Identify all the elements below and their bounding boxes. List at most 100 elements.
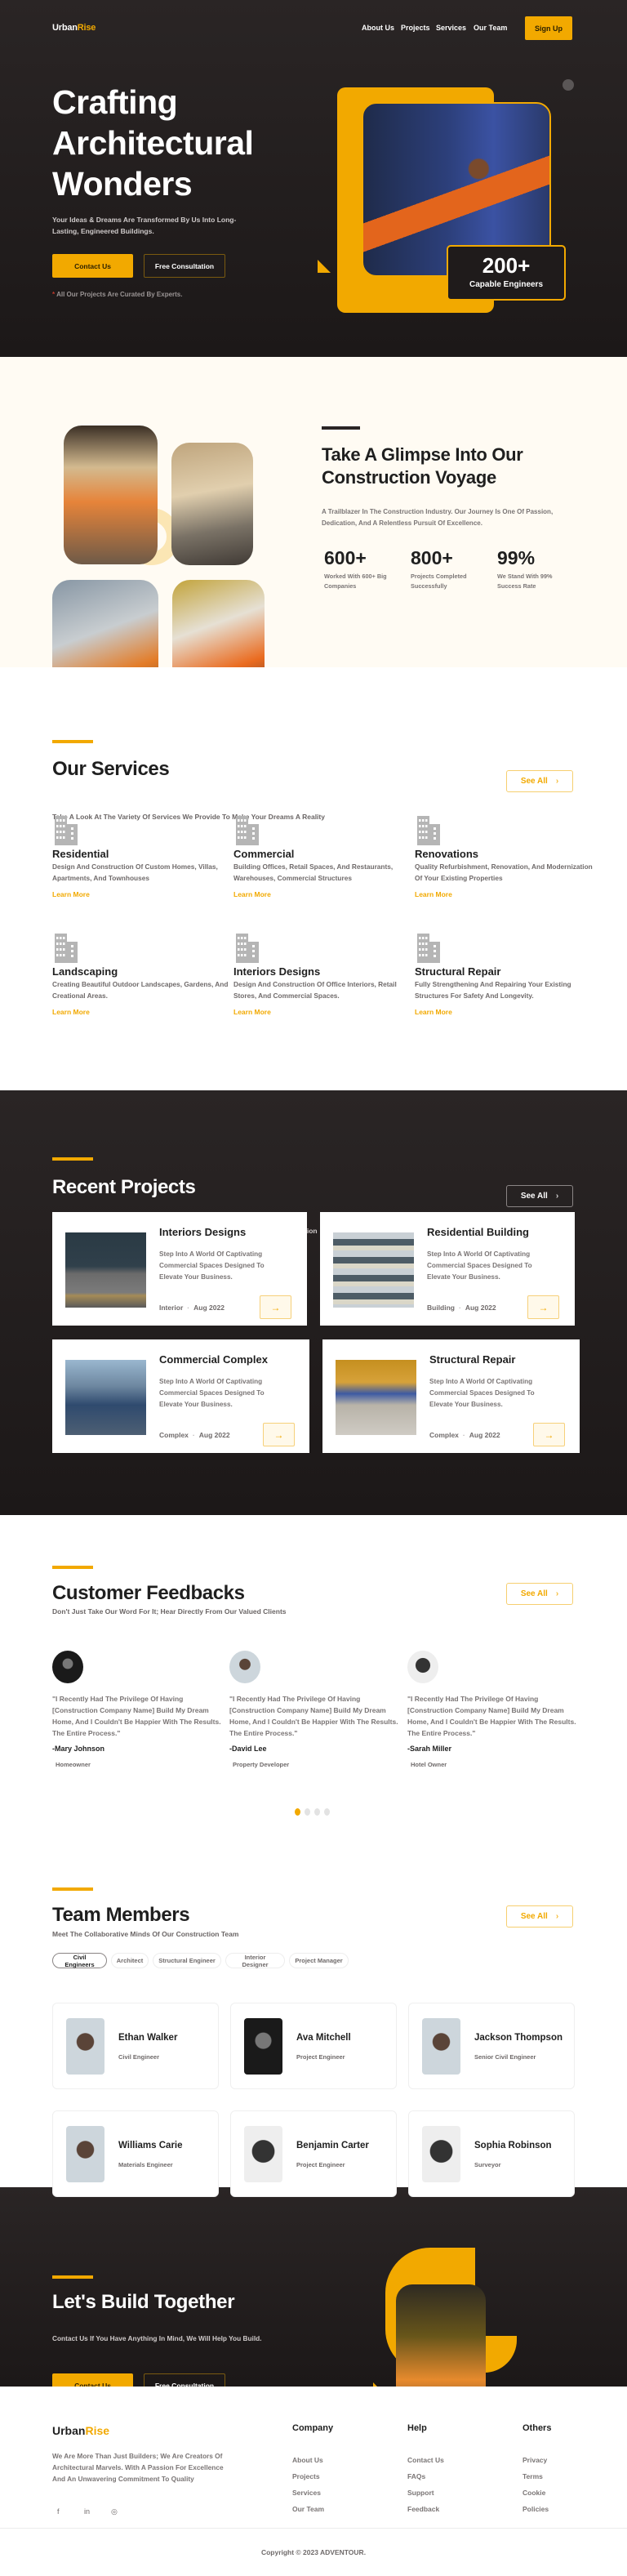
project-open-button[interactable]: → xyxy=(527,1295,559,1319)
customer-role: Property Developer xyxy=(233,1761,290,1768)
team-member-card[interactable]: Sophia Robinson Surveyor xyxy=(408,2110,575,2197)
carousel-dot[interactable] xyxy=(295,1808,300,1816)
service-title: Structural Repair xyxy=(415,965,501,978)
team-member-role: Materials Engineer xyxy=(118,2161,173,2168)
team-filter-chip[interactable]: Interior Designer xyxy=(225,1953,285,1968)
instagram-icon[interactable]: ◎ xyxy=(111,2507,118,2516)
footer-about: We Are More Than Just Builders; We Are C… xyxy=(52,2452,224,2483)
footer-link[interactable]: Our Team xyxy=(292,2505,324,2513)
project-description: Step Into A World Of Captivating Commerc… xyxy=(429,1378,535,1408)
projects-see-all-button[interactable]: See All › xyxy=(506,1185,573,1207)
learn-more-link[interactable]: Learn More xyxy=(233,1008,271,1016)
project-title: Structural Repair xyxy=(429,1353,516,1366)
project-meta: Interior · Aug 2022 xyxy=(159,1304,225,1312)
team-member-card[interactable]: Ava Mitchell Project Engineer xyxy=(230,2003,397,2089)
learn-more-link[interactable]: Learn More xyxy=(415,890,452,898)
learn-more-link[interactable]: Learn More xyxy=(233,890,271,898)
footer-link[interactable]: Services xyxy=(292,2489,321,2497)
carousel-dot[interactable] xyxy=(305,1808,310,1816)
team-filter-chip[interactable]: Project Manager xyxy=(289,1953,349,1968)
arrow-right-icon: → xyxy=(538,1301,549,1313)
project-date: Aug 2022 xyxy=(465,1304,496,1312)
team-member-card[interactable]: Williams Carie Materials Engineer xyxy=(52,2110,219,2197)
hero-subtitle: Your Ideas & Dreams Are Transformed By U… xyxy=(52,216,237,235)
team-filter-chip[interactable]: Structural Engineer xyxy=(153,1953,221,1968)
project-meta: Complex · Aug 2022 xyxy=(429,1431,500,1439)
project-card[interactable]: Commercial Complex Step Into A World Of C… xyxy=(52,1339,309,1453)
services-see-all-button[interactable]: See All › xyxy=(506,770,573,792)
footer-link[interactable]: About Us xyxy=(292,2456,323,2464)
hero-title-line: Wonders xyxy=(52,165,193,203)
free-consultation-button[interactable]: Free Consultation xyxy=(144,254,225,278)
customer-role: Homeowner xyxy=(56,1761,91,1768)
team-member-card[interactable]: Jackson Thompson Senior Civil Engineer xyxy=(408,2003,575,2089)
project-description: Step Into A World Of Captivating Commerc… xyxy=(159,1250,265,1281)
team-filter-chip[interactable]: Architect xyxy=(111,1953,149,1968)
customer-name: -David Lee xyxy=(229,1745,267,1753)
footer-link[interactable]: Contact Us xyxy=(407,2456,444,2464)
feedbacks-accent-bar xyxy=(52,1566,93,1569)
project-photo xyxy=(333,1232,414,1308)
team-member-card[interactable]: Benjamin Carter Project Engineer xyxy=(230,2110,397,2197)
sign-up-button[interactable]: Sign Up xyxy=(525,16,572,40)
services-accent-bar xyxy=(52,740,93,743)
footer-link[interactable]: Policies xyxy=(522,2505,549,2513)
service-title: Interiors Designs xyxy=(233,965,321,978)
feedbacks-see-all-button[interactable]: See All › xyxy=(506,1583,573,1605)
project-card[interactable]: Residential Building Step Into A World Of… xyxy=(320,1212,575,1326)
nav-projects[interactable]: Projects xyxy=(401,24,430,32)
team-member-card[interactable]: Ethan Walker Civil Engineer xyxy=(52,2003,219,2089)
logo[interactable]: UrbanRise xyxy=(52,23,96,33)
project-open-button[interactable]: → xyxy=(263,1423,295,1446)
customer-avatar xyxy=(229,1651,260,1683)
linkedin-icon[interactable]: in xyxy=(84,2507,90,2516)
footer-link[interactable]: FAQs xyxy=(407,2472,425,2480)
logo-text-primary: Urban xyxy=(52,2424,86,2437)
footer-link[interactable]: Privacy xyxy=(522,2456,547,2464)
learn-more-link[interactable]: Learn More xyxy=(415,1008,452,1016)
team-filter-chip[interactable]: Civil Engineers xyxy=(52,1953,107,1968)
nav-our-team[interactable]: Our Team xyxy=(474,24,507,32)
chevron-right-icon: › xyxy=(555,1589,559,1598)
contact-us-button[interactable]: Contact Us xyxy=(52,254,133,278)
team-member-photo xyxy=(66,2018,104,2075)
project-open-button[interactable]: → xyxy=(260,1295,291,1319)
hero-note: * All Our Projects Are Curated By Expert… xyxy=(52,291,182,298)
footer-link[interactable]: Feedback xyxy=(407,2505,439,2513)
about-photo-2 xyxy=(171,443,253,565)
asterisk: * xyxy=(52,291,56,298)
team-see-all-button[interactable]: See All › xyxy=(506,1905,573,1928)
team-member-role: Project Engineer xyxy=(296,2053,345,2061)
carousel-dot[interactable] xyxy=(324,1808,330,1816)
footer-link[interactable]: Cookie xyxy=(522,2489,545,2497)
project-card[interactable]: Interiors Designs Step Into A World Of Ca… xyxy=(52,1212,307,1326)
logo-text-accent: Rise xyxy=(85,2424,110,2437)
footer-logo[interactable]: UrbanRise xyxy=(52,2424,109,2437)
learn-more-link[interactable]: Learn More xyxy=(52,890,90,898)
stat-value: 600+ xyxy=(324,547,367,568)
team-member-name: Ava Mitchell xyxy=(296,2033,351,2043)
service-title: Renovations xyxy=(415,848,479,860)
chevron-right-icon: › xyxy=(555,1192,559,1201)
footer-link[interactable]: Projects xyxy=(292,2472,320,2480)
project-meta: Building · Aug 2022 xyxy=(427,1304,496,1312)
team-member-name: Jackson Thompson xyxy=(474,2033,563,2043)
feedbacks-subtitle: Don't Just Take Our Word For It; Hear Di… xyxy=(52,1607,287,1616)
facebook-icon[interactable]: f xyxy=(57,2507,60,2516)
project-card[interactable]: Structural Repair Step Into A World Of Ca… xyxy=(322,1339,580,1453)
see-all-label: See All xyxy=(520,1589,548,1598)
nav-about-us[interactable]: About Us xyxy=(362,24,394,32)
project-photo xyxy=(65,1360,146,1435)
project-photo xyxy=(65,1232,146,1308)
team-member-role: Project Engineer xyxy=(296,2161,345,2168)
nav-services[interactable]: Services xyxy=(436,24,466,32)
footer-link[interactable]: Support xyxy=(407,2489,434,2497)
footer-link[interactable]: Terms xyxy=(522,2472,543,2480)
carousel-dot[interactable] xyxy=(314,1808,320,1816)
service-title: Landscaping xyxy=(52,965,118,978)
customer-avatar xyxy=(52,1651,83,1683)
learn-more-link[interactable]: Learn More xyxy=(52,1008,90,1016)
project-description: Step Into A World Of Captivating Commerc… xyxy=(159,1378,265,1408)
see-all-label: See All xyxy=(520,777,548,786)
project-open-button[interactable]: → xyxy=(533,1423,565,1446)
